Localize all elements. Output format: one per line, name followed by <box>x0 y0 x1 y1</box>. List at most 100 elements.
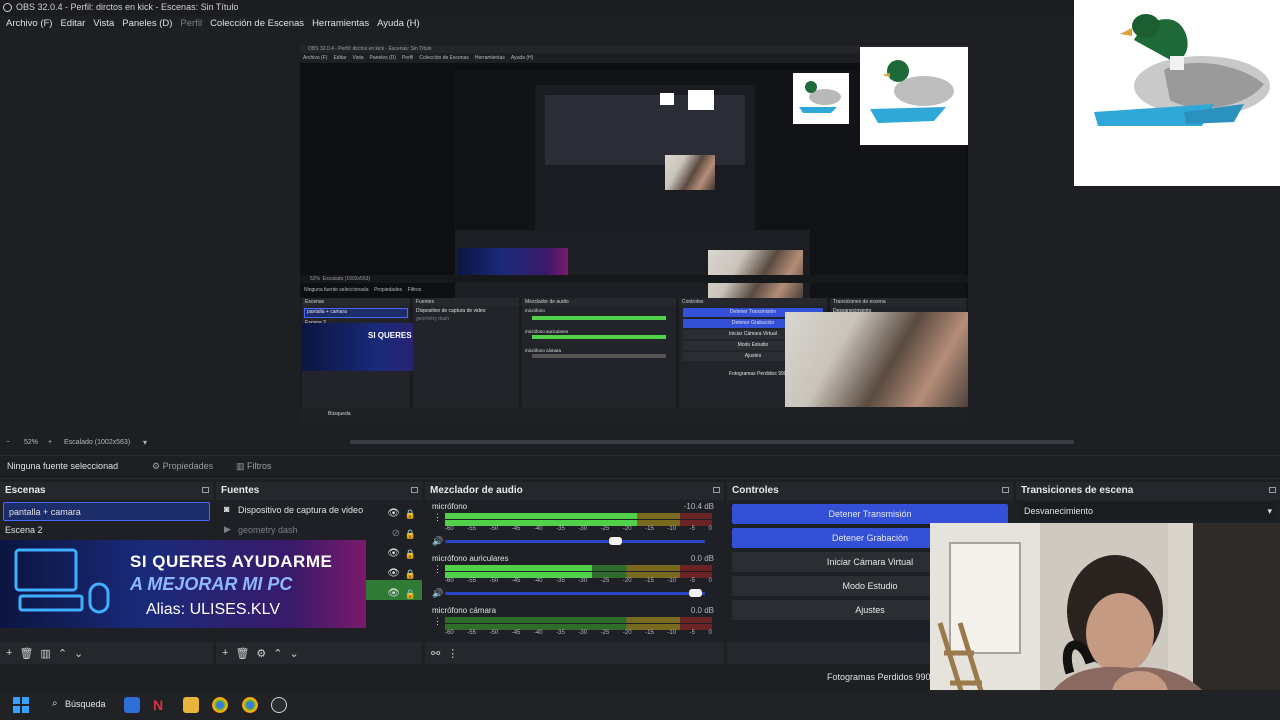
menu-perfil[interactable]: Perfil <box>176 16 206 32</box>
dock-float-icon[interactable] <box>1269 487 1276 493</box>
taskbar-search[interactable]: ⌕ Búsqueda <box>45 696 107 714</box>
dropped-frames-label: Fotogramas Perdidos 990 <box>827 672 931 682</box>
transition-select[interactable]: Desvanecimiento ▾ <box>1020 502 1276 520</box>
nested-mixer-name: micrófono <box>525 308 545 313</box>
meter-tick-label: -45 <box>511 630 521 636</box>
properties-bar: Ninguna fuente seleccionad ⚙ Propiedades… <box>0 455 1280 479</box>
mixer-toolbar: ⚯ ⋮ <box>425 642 724 664</box>
more-options-icon[interactable]: ⋮ <box>447 647 458 660</box>
mixer-channels: micrófono -10.4 dB ⋮ -60 -55 -50 -45 -40 -35 -30-… <box>425 500 724 642</box>
duck-overlay-image <box>1074 0 1280 186</box>
mixer-channel-name: micrófono <box>432 502 468 511</box>
netflix-app-icon[interactable]: N <box>153 697 169 713</box>
channel-menu-icon[interactable]: ⋮ <box>433 512 442 523</box>
file-explorer-icon[interactable] <box>183 697 199 713</box>
meter-tick-label: -5 <box>689 578 695 584</box>
dock-float-icon[interactable] <box>1002 487 1009 493</box>
menu-vista[interactable]: Vista <box>89 16 118 32</box>
menu-ayuda[interactable]: Ayuda (H) <box>373 16 424 32</box>
nested-menu-item: Herramientas <box>474 55 505 61</box>
nested-menu-item: Paneles (D) <box>369 55 396 61</box>
audio-mixer-dock: Mezclador de audio micrófono -10.4 dB ⋮ -60… <box>425 482 724 664</box>
remove-source-icon[interactable]: 🗑 <box>235 647 249 660</box>
nested-menu-item: Ayuda (H) <box>510 55 534 61</box>
nested-source-item: Dispositivo de captura de video <box>416 308 486 314</box>
channel-menu-icon[interactable]: ⋮ <box>433 616 442 627</box>
meter-tick-label: -35 <box>556 578 565 584</box>
scene-item-escena-2[interactable]: Escena 2 <box>0 521 213 540</box>
meter-tick-label: -30 <box>578 630 588 636</box>
volume-slider[interactable] <box>445 589 705 597</box>
nested-mixer-name: micrófono cámara <box>525 348 562 353</box>
zoom-out-button[interactable]: − <box>6 439 10 446</box>
dock-float-icon[interactable] <box>202 487 209 493</box>
obs-app-icon[interactable] <box>271 697 287 713</box>
chevron-down-icon: ▾ <box>1267 506 1272 516</box>
nested-mixer-header: Mezclador de audio <box>522 298 676 306</box>
preview-canvas[interactable]: OBS 32.0.4 - Perfil: dirctos en kick - E… <box>300 45 968 423</box>
speaker-icon[interactable]: 🔊 <box>432 588 443 599</box>
stop-streaming-button[interactable]: Detener Transmisión <box>732 504 1008 524</box>
level-meter <box>445 565 712 571</box>
source-settings-icon[interactable]: ⚙ <box>256 647 266 660</box>
filters-button[interactable]: ▥ Filtros <box>236 461 272 472</box>
search-icon: ⌕ <box>52 698 58 709</box>
add-scene-icon[interactable]: + <box>6 647 12 659</box>
channel-menu-icon[interactable]: ⋮ <box>433 564 442 575</box>
menu-archivo[interactable]: Archivo (F) <box>2 16 56 32</box>
remove-scene-icon[interactable]: 🗑 <box>19 647 33 660</box>
meter-tick-label: 0 <box>708 630 712 636</box>
move-up-icon[interactable]: ⌃ <box>273 647 282 660</box>
scale-dropdown-icon[interactable]: ▾ <box>143 438 147 447</box>
speaker-icon[interactable]: 🔊 <box>432 536 443 547</box>
windows-start-icon[interactable] <box>13 697 29 713</box>
mixer-channel: micrófono auriculares 0.0 dB ⋮ -60 -55 -50 -45… <box>425 552 724 604</box>
source-item-video-capture[interactable]: ◙ Dispositivo de captura de video 👁 🔒 <box>216 500 422 520</box>
meter-tick-label: -15 <box>645 526 654 532</box>
menu-coleccion-escenas[interactable]: Colección de Escenas <box>206 16 308 32</box>
mixer-channel-name: micrófono cámara <box>432 606 497 615</box>
nested-source-item: geometry dash <box>416 316 450 322</box>
dock-float-icon[interactable] <box>713 487 720 493</box>
visibility-eye-icon[interactable]: 👁 <box>387 584 400 604</box>
volume-slider-knob[interactable] <box>608 537 622 545</box>
menu-herramientas[interactable]: Herramientas <box>308 16 373 32</box>
source-item-row-5[interactable]: 👁 🔒 <box>366 580 422 600</box>
scene-filters-icon[interactable]: ▥ <box>40 647 50 660</box>
meter-tick-label: -50 <box>489 578 499 584</box>
level-meter-fill <box>445 565 592 571</box>
move-up-icon[interactable]: ⌃ <box>58 647 67 660</box>
source-item-geometry-dash[interactable]: ▶ geometry dash ⊘ 🔒 <box>216 520 422 540</box>
move-down-icon[interactable]: ⌄ <box>74 647 83 660</box>
add-source-icon[interactable]: + <box>222 647 228 659</box>
scenes-dock-header: Escenas <box>0 482 213 500</box>
store-app-icon[interactable] <box>124 697 140 713</box>
scenes-toolbar: + 🗑 ▥ ⌃ ⌄ <box>0 642 213 664</box>
chrome-icon[interactable] <box>212 697 228 713</box>
meter-tick-label: 0 <box>708 526 712 532</box>
nested-menu-item: Archivo (F) <box>303 55 328 61</box>
play-icon: ▶ <box>224 524 231 534</box>
meter-tick-label: -45 <box>511 526 521 532</box>
link-icon[interactable]: ⚯ <box>431 647 440 660</box>
preview-horizontal-scrollbar[interactable] <box>350 440 1074 444</box>
volume-slider-knob[interactable] <box>689 589 703 597</box>
lock-icon[interactable]: 🔒 <box>405 584 416 604</box>
meter-tick-label: 0 <box>708 578 712 584</box>
camera-icon: ◙ <box>224 504 230 514</box>
properties-button[interactable]: ⚙ Propiedades <box>152 461 213 472</box>
gear-icon: ⚙ <box>152 461 161 471</box>
move-down-icon[interactable]: ⌄ <box>290 647 299 660</box>
nested-cam-small <box>665 155 715 190</box>
zoom-in-button[interactable]: + <box>48 439 52 446</box>
meter-tick-label: -20 <box>622 630 632 636</box>
menu-paneles[interactable]: Paneles (D) <box>118 16 176 32</box>
nested-menu-item: Vista <box>352 55 364 61</box>
dock-float-icon[interactable] <box>411 487 418 493</box>
chrome-profile-icon[interactable] <box>242 697 258 713</box>
scene-item-pantalla-camara[interactable]: pantalla + camara <box>3 502 210 521</box>
no-source-label: Ninguna fuente seleccionad <box>7 461 119 471</box>
meter-tick-label: -30 <box>578 578 588 584</box>
menu-editar[interactable]: Editar <box>56 16 89 32</box>
volume-slider[interactable] <box>445 537 705 545</box>
